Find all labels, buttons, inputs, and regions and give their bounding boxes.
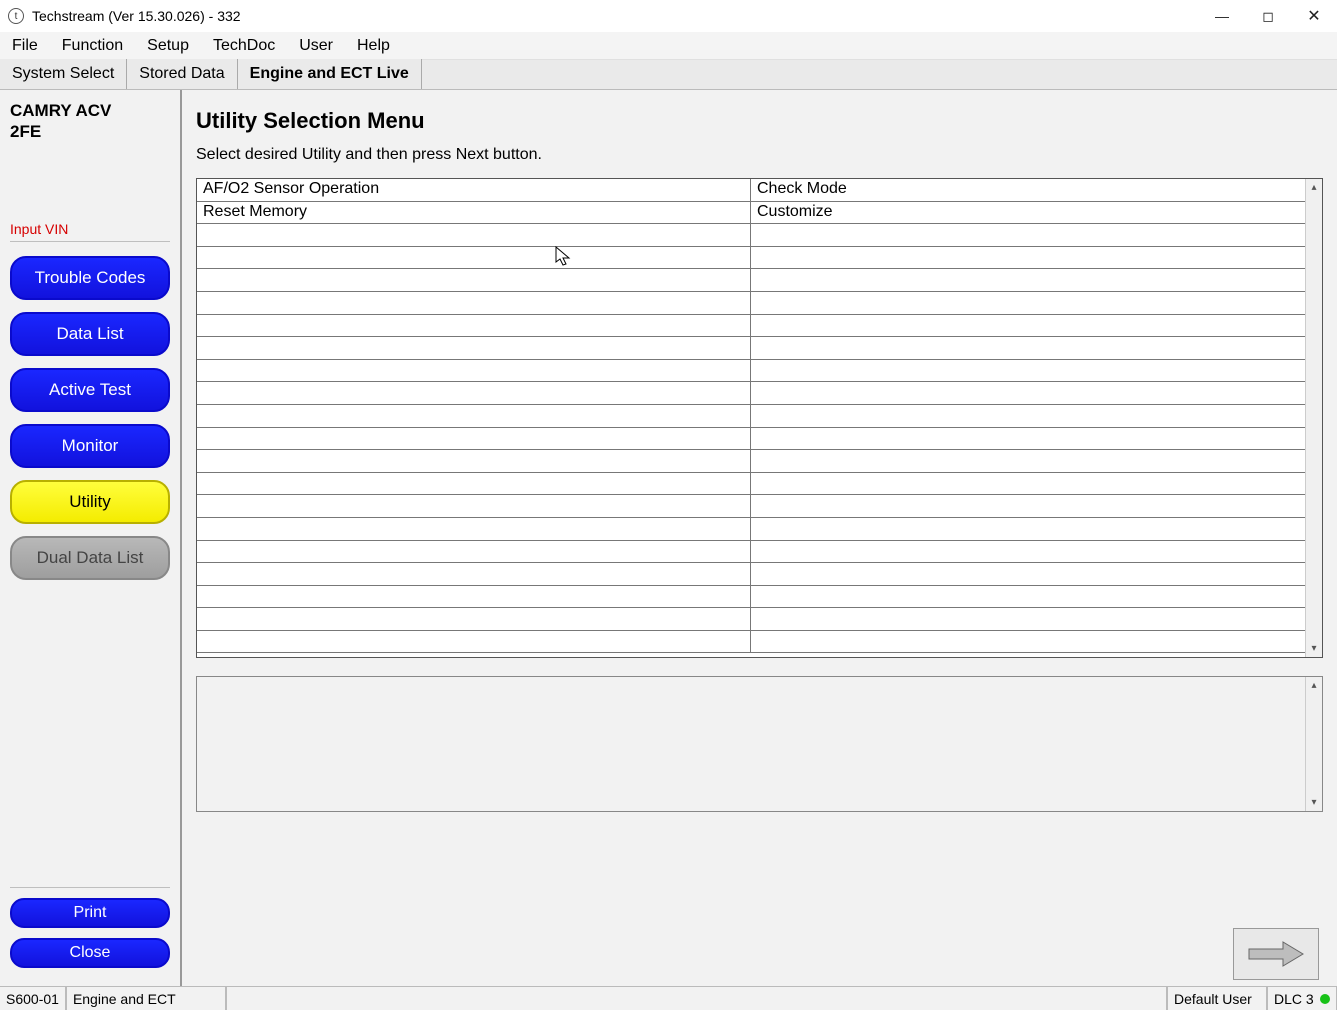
- utility-cell: [751, 360, 1305, 383]
- status-code: S600-01: [0, 987, 66, 1010]
- utility-cell: [751, 586, 1305, 609]
- arrow-right-icon: [1245, 940, 1307, 968]
- sidebar: CAMRY ACV 2FE Input VIN Trouble Codes Da…: [0, 90, 182, 986]
- status-connection-dot-icon: [1320, 994, 1330, 1004]
- sidebar-btn-monitor[interactable]: Monitor: [10, 424, 170, 468]
- status-connection: DLC 3: [1267, 987, 1337, 1010]
- utility-cell: [197, 315, 751, 338]
- sidebar-btn-active-test[interactable]: Active Test: [10, 368, 170, 412]
- utility-table-scrollbar[interactable]: ▴ ▾: [1305, 179, 1322, 657]
- window-minimize-button[interactable]: —: [1199, 0, 1245, 32]
- utility-cell: [751, 382, 1305, 405]
- utility-cell: [197, 269, 751, 292]
- utility-cell: [751, 541, 1305, 564]
- utility-cell: [197, 608, 751, 631]
- utility-cell: [197, 541, 751, 564]
- tab-system-select[interactable]: System Select: [0, 59, 127, 89]
- close-button[interactable]: Close: [10, 938, 170, 968]
- status-spacer: [226, 987, 1167, 1010]
- sidebar-btn-utility[interactable]: Utility: [10, 480, 170, 524]
- utility-cell: [197, 631, 751, 654]
- utility-cell: [197, 428, 751, 451]
- sidebar-btn-dual-data-list[interactable]: Dual Data List: [10, 536, 170, 580]
- utility-cell: [751, 495, 1305, 518]
- scroll-up-icon[interactable]: ▴: [1306, 179, 1323, 196]
- utility-cell: [751, 450, 1305, 473]
- menu-user[interactable]: User: [293, 35, 339, 57]
- utility-cell: [197, 247, 751, 270]
- sidebar-btn-trouble-codes[interactable]: Trouble Codes: [10, 256, 170, 300]
- window-titlebar: t Techstream (Ver 15.30.026) - 332 — ◻ ✕: [0, 0, 1337, 32]
- window-title: Techstream (Ver 15.30.026) - 332: [32, 8, 241, 24]
- scroll-down-icon[interactable]: ▾: [1306, 640, 1323, 657]
- utility-cell: [751, 428, 1305, 451]
- utility-cell: [751, 337, 1305, 360]
- window-maximize-button[interactable]: ◻: [1245, 0, 1291, 32]
- utility-cell: [197, 518, 751, 541]
- utility-cell: [751, 473, 1305, 496]
- menu-help[interactable]: Help: [351, 35, 396, 57]
- utility-cell: [751, 405, 1305, 428]
- utility-cell: [197, 360, 751, 383]
- main-content: Utility Selection Menu Select desired Ut…: [182, 90, 1337, 986]
- utility-cell: [197, 473, 751, 496]
- utility-cell: [197, 382, 751, 405]
- vehicle-label: CAMRY ACV 2FE: [10, 100, 170, 143]
- window-close-button[interactable]: ✕: [1291, 0, 1337, 32]
- print-button[interactable]: Print: [10, 898, 170, 928]
- utility-cell: [751, 608, 1305, 631]
- menu-function[interactable]: Function: [56, 35, 129, 57]
- utility-cell[interactable]: Customize: [751, 202, 1305, 225]
- sidebar-divider: [10, 887, 170, 888]
- app-icon: t: [8, 8, 24, 24]
- utility-cell[interactable]: Check Mode: [751, 179, 1305, 202]
- vehicle-line2: 2FE: [10, 122, 41, 141]
- tab-engine-ect-live[interactable]: Engine and ECT Live: [238, 59, 422, 89]
- utility-cell: [197, 292, 751, 315]
- utility-table: AF/O2 Sensor OperationCheck ModeReset Me…: [196, 178, 1323, 658]
- utility-cell: [751, 247, 1305, 270]
- menu-setup[interactable]: Setup: [141, 35, 195, 57]
- utility-cell: [197, 337, 751, 360]
- menu-file[interactable]: File: [6, 35, 44, 57]
- utility-cell: [197, 405, 751, 428]
- utility-cell: [751, 292, 1305, 315]
- status-user: Default User: [1167, 987, 1267, 1010]
- utility-cell: [751, 224, 1305, 247]
- menubar: File Function Setup TechDoc User Help: [0, 32, 1337, 60]
- utility-cell[interactable]: AF/O2 Sensor Operation: [197, 179, 751, 202]
- vehicle-line1: CAMRY ACV: [10, 101, 111, 120]
- utility-cell: [197, 224, 751, 247]
- utility-description-box: ▴ ▾: [196, 676, 1323, 812]
- utility-cell: [197, 563, 751, 586]
- utility-cell: [751, 315, 1305, 338]
- description-scrollbar[interactable]: ▴ ▾: [1305, 677, 1322, 811]
- tab-stored-data[interactable]: Stored Data: [127, 59, 237, 89]
- utility-cell: [751, 631, 1305, 654]
- utility-cell: [197, 586, 751, 609]
- statusbar: S600-01 Engine and ECT Default User DLC …: [0, 986, 1337, 1010]
- next-button[interactable]: [1233, 928, 1319, 980]
- page-heading: Utility Selection Menu: [196, 108, 1323, 134]
- menu-techdoc[interactable]: TechDoc: [207, 35, 281, 57]
- utility-cell: [751, 269, 1305, 292]
- utility-cell: [197, 495, 751, 518]
- input-vin-link[interactable]: Input VIN: [10, 221, 170, 242]
- sidebar-btn-data-list[interactable]: Data List: [10, 312, 170, 356]
- tabstrip: System Select Stored Data Engine and ECT…: [0, 60, 1337, 90]
- utility-cell: [751, 518, 1305, 541]
- page-subtitle: Select desired Utility and then press Ne…: [196, 146, 1323, 164]
- utility-cell[interactable]: Reset Memory: [197, 202, 751, 225]
- status-connection-label: DLC 3: [1274, 991, 1314, 1007]
- scroll-down-icon[interactable]: ▾: [1306, 794, 1323, 811]
- utility-cell: [751, 563, 1305, 586]
- scroll-up-icon[interactable]: ▴: [1306, 677, 1323, 694]
- status-system: Engine and ECT: [66, 987, 226, 1010]
- utility-cell: [197, 450, 751, 473]
